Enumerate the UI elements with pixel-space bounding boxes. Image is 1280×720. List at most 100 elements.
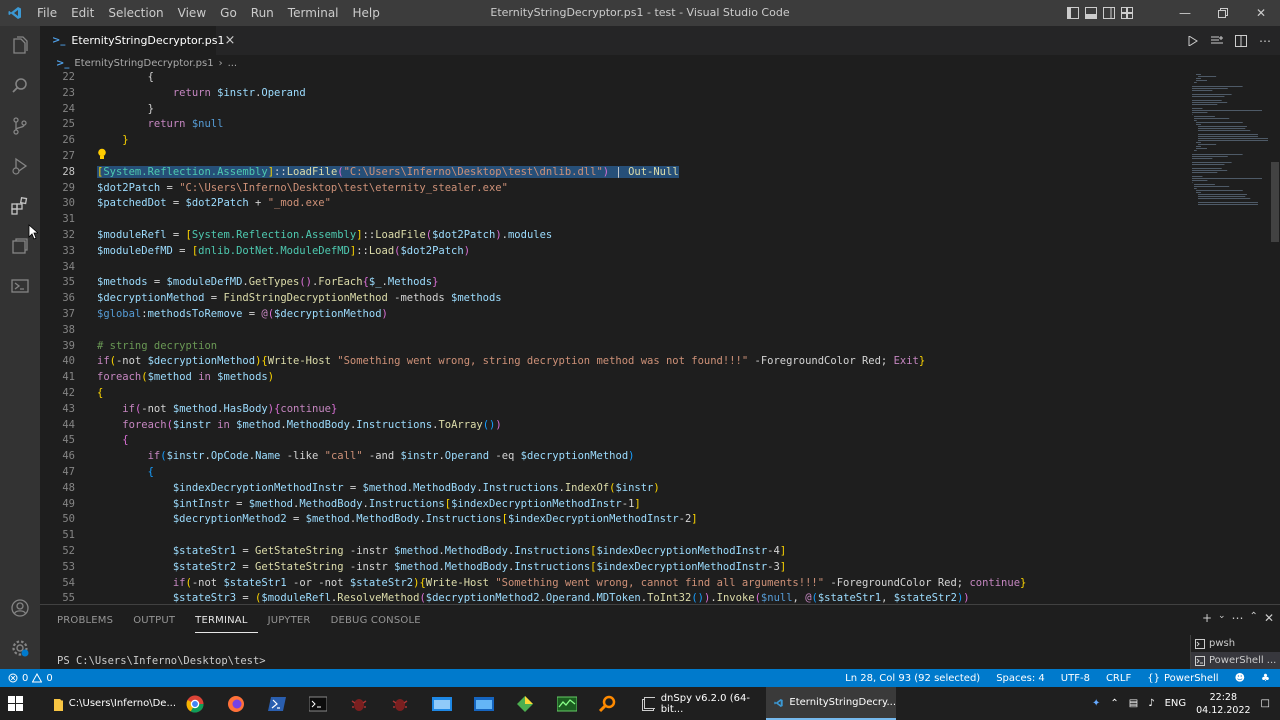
taskbar-firefox[interactable] xyxy=(227,687,245,720)
taskbar-bug-app-2[interactable] xyxy=(391,687,409,720)
menu-file[interactable]: File xyxy=(30,0,64,26)
problems-status[interactable]: 0 0 xyxy=(8,669,53,687)
code-line[interactable]: 46 if($instr.OpCode.Name -like "call" -a… xyxy=(40,448,1188,464)
toggle-sidebar-icon[interactable] xyxy=(1064,0,1082,26)
terminal-item-pwsh[interactable]: pwsh xyxy=(1191,635,1280,652)
menu-edit[interactable]: Edit xyxy=(64,0,101,26)
code-line[interactable]: 49 $intInstr = $method.MethodBody.Instru… xyxy=(40,496,1188,512)
extensions-icon[interactable] xyxy=(0,186,40,226)
code-line[interactable]: 38 xyxy=(40,322,1188,338)
code-line[interactable]: 55 $stateStr3 = ($moduleRefl.ResolveMeth… xyxy=(40,590,1188,604)
code-line[interactable]: 48 $indexDecryptionMethodInstr = $method… xyxy=(40,480,1188,496)
indentation[interactable]: Spaces: 4 xyxy=(996,673,1045,684)
menu-help[interactable]: Help xyxy=(346,0,387,26)
taskbar-explorer[interactable]: C:\Users\Inferno\De... xyxy=(48,687,176,720)
close-window-icon[interactable]: ✕ xyxy=(1242,0,1280,26)
terminal-dropdown-icon[interactable]: ⌄ xyxy=(1218,611,1226,625)
start-button[interactable] xyxy=(8,687,24,720)
close-panel-icon[interactable]: ✕ xyxy=(1264,611,1274,625)
code-line[interactable]: 30 $patchedDot = $dot2Patch + "_mod.exe" xyxy=(40,195,1188,211)
powershell-icon[interactable] xyxy=(0,266,40,306)
code-line[interactable]: 40 if(-not $decryptionMethod){Write-Host … xyxy=(40,353,1188,369)
customize-layout-icon[interactable] xyxy=(1118,0,1136,26)
code-line[interactable]: 24 } xyxy=(40,101,1188,117)
run-debug-icon[interactable] xyxy=(0,146,40,186)
code-line[interactable]: 53 $stateStr2 = GetStateString -instr $m… xyxy=(40,559,1188,575)
taskbar-dnspy[interactable]: dnSpy v6.2.0 (64-bit... xyxy=(636,687,762,720)
terminal-item-powershell[interactable]: PowerShell ... xyxy=(1191,652,1280,669)
source-control-icon[interactable] xyxy=(0,106,40,146)
split-editor-icon[interactable] xyxy=(1232,34,1250,47)
new-terminal-icon[interactable]: + xyxy=(1202,611,1212,625)
minimize-icon[interactable]: — xyxy=(1166,0,1204,26)
taskbar-app-window-2[interactable] xyxy=(474,687,494,720)
more-icon[interactable]: ⋯ xyxy=(1232,611,1244,625)
close-tab-icon[interactable]: × xyxy=(225,33,236,48)
tab-eternity-string-decryptor[interactable]: >_ EternityStringDecryptor.ps1 × xyxy=(40,26,235,55)
taskbar-powershell[interactable] xyxy=(268,687,286,720)
menu-view[interactable]: View xyxy=(171,0,213,26)
network-icon[interactable]: ▤ xyxy=(1129,698,1138,709)
taskbar-terminal[interactable] xyxy=(309,687,327,720)
menu-selection[interactable]: Selection xyxy=(101,0,170,26)
code-line[interactable]: 26 } xyxy=(40,132,1188,148)
toggle-panel-icon[interactable] xyxy=(1082,0,1100,26)
code-line[interactable]: 54 if(-not $stateStr1 -or -not $stateStr… xyxy=(40,575,1188,591)
code-line[interactable]: 34 xyxy=(40,259,1188,275)
code-line[interactable]: 36 $decryptionMethod = FindStringDecrypti… xyxy=(40,290,1188,306)
code-line[interactable]: 28 [System.Reflection.Assembly]::LoadFile… xyxy=(40,164,1188,180)
taskbar-monitor-app[interactable] xyxy=(557,687,577,720)
restore-icon[interactable] xyxy=(1204,0,1242,26)
code-line[interactable]: 50 $decryptionMethod2 = $method.MethodBo… xyxy=(40,511,1188,527)
scrollbar-thumb[interactable] xyxy=(1271,162,1279,242)
search-icon[interactable] xyxy=(0,66,40,106)
clock[interactable]: 22:28 04.12.2022 xyxy=(1196,691,1250,717)
code-line[interactable]: 41 foreach($method in $methods) xyxy=(40,369,1188,385)
minimap[interactable] xyxy=(1188,72,1270,604)
code-line[interactable]: 35 $methods = $moduleDefMD.GetTypes().For… xyxy=(40,274,1188,290)
taskbar-vscode[interactable]: EternityStringDecry... xyxy=(766,687,896,720)
code-line[interactable]: 22 { xyxy=(40,72,1188,85)
code-line[interactable]: 43 if(-not $method.HasBody){continue} xyxy=(40,401,1188,417)
taskbar-resource-app[interactable] xyxy=(516,687,534,720)
breadcrumb-more[interactable]: ... xyxy=(228,58,238,69)
show-hidden-icons[interactable]: ⌃ xyxy=(1110,698,1118,709)
code-line[interactable]: 31 xyxy=(40,211,1188,227)
taskbar-chrome[interactable] xyxy=(186,687,204,720)
tab-problems[interactable]: PROBLEMS xyxy=(57,605,123,637)
toggle-secondary-sidebar-icon[interactable] xyxy=(1100,0,1118,26)
language-mode[interactable]: {} PowerShell xyxy=(1147,673,1218,684)
run-icon[interactable] xyxy=(1184,35,1202,46)
tab-debug-console[interactable]: DEBUG CONSOLE xyxy=(331,605,431,637)
menu-run[interactable]: Run xyxy=(244,0,281,26)
editor-scrollbar[interactable] xyxy=(1270,72,1280,604)
taskbar-app-window-1[interactable] xyxy=(432,687,452,720)
taskbar-search-app[interactable] xyxy=(598,687,616,720)
tab-jupyter[interactable]: JUPYTER xyxy=(268,605,321,637)
code-line[interactable]: 25 return $null xyxy=(40,116,1188,132)
show-changes-icon[interactable] xyxy=(1208,35,1226,46)
code-editor[interactable]: 22 {23 return $instr.Operand 24 } 25 retur… xyxy=(40,72,1188,604)
volume-icon[interactable]: ♪ xyxy=(1148,698,1154,709)
end-of-line[interactable]: CRLF xyxy=(1106,673,1131,684)
code-line[interactable]: 27 xyxy=(40,148,1188,164)
vscode-logo-icon[interactable] xyxy=(0,0,30,26)
notifications-icon[interactable]: □ xyxy=(1261,698,1270,709)
code-line[interactable]: 52 $stateStr1 = GetStateString -instr $m… xyxy=(40,543,1188,559)
code-line[interactable]: 51 xyxy=(40,527,1188,543)
tab-terminal[interactable]: TERMINAL xyxy=(195,609,258,633)
code-line[interactable]: 37 $global:methodsToRemove = @($decryptio… xyxy=(40,306,1188,322)
maximize-panel-icon[interactable]: ⌃ xyxy=(1250,611,1258,625)
code-line[interactable]: 45 { xyxy=(40,432,1188,448)
tray-app-icon[interactable]: ✦ xyxy=(1092,698,1100,709)
code-line[interactable]: 33 $moduleDefMD = [dnlib.DotNet.ModuleDef… xyxy=(40,243,1188,259)
code-line[interactable]: 42 { xyxy=(40,385,1188,401)
code-line[interactable]: 23 return $instr.Operand xyxy=(40,85,1188,101)
file-encoding[interactable]: UTF-8 xyxy=(1061,673,1090,684)
code-line[interactable]: 39 # string decryption xyxy=(40,338,1188,354)
manage-gear-icon[interactable] xyxy=(0,628,40,668)
terminal-prompt[interactable]: PS C:\Users\Inferno\Desktop\test> xyxy=(57,655,266,667)
more-actions-icon[interactable]: ⋯ xyxy=(1256,34,1274,48)
taskbar-bug-app-1[interactable] xyxy=(350,687,368,720)
code-line[interactable]: 29 $dot2Patch = "C:\Users\Inferno\Desktop… xyxy=(40,180,1188,196)
